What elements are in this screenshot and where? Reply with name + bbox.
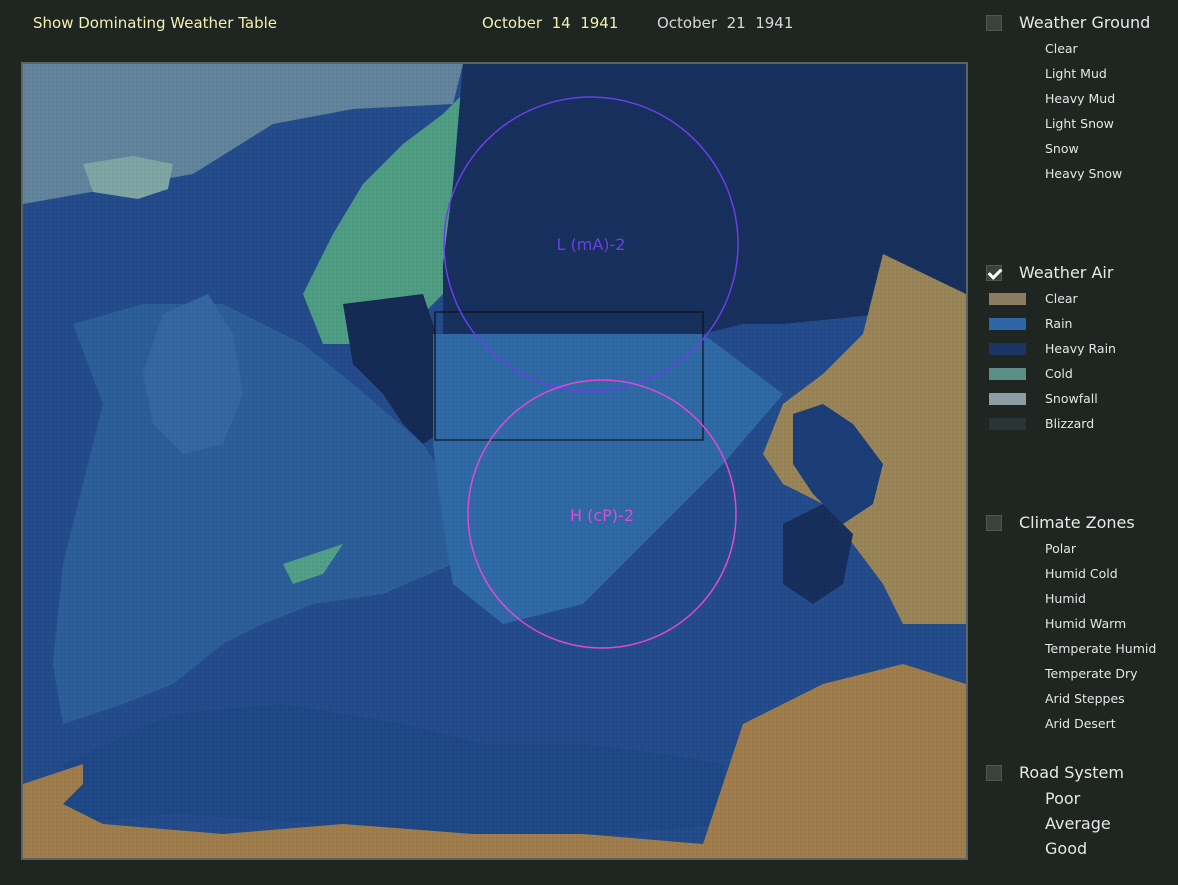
legend-label: Poor <box>1045 789 1081 808</box>
legend-swatch-rain <box>989 318 1026 330</box>
legend-label: Average <box>1045 814 1111 833</box>
hex-grid-overlay <box>23 64 966 858</box>
legend-label: Heavy Snow <box>1045 166 1123 181</box>
legend-label: Good <box>1045 839 1088 858</box>
map-canvas[interactable]: L (mA)-2 H (cP)-2 <box>23 64 966 858</box>
low-pressure-label: L (mA)-2 <box>557 235 626 254</box>
legend-label: Clear <box>1045 291 1078 306</box>
climate-zones-title: Climate Zones <box>1019 513 1135 532</box>
legend-swatch-clear <box>989 293 1026 305</box>
legend-label: Snow <box>1045 141 1079 156</box>
next-date: October 21 1941 <box>657 14 794 32</box>
legend-label: Humid Warm <box>1045 616 1127 631</box>
legend-label: Cold <box>1045 366 1073 381</box>
road-system-checkbox[interactable] <box>986 765 1002 781</box>
legend-label: Arid Desert <box>1045 716 1116 731</box>
show-weather-table-link[interactable]: Show Dominating Weather Table <box>33 14 277 32</box>
legend-label: Snowfall <box>1045 391 1098 406</box>
current-date: October 14 1941 <box>482 14 619 32</box>
weather-air-checkbox[interactable] <box>986 265 1002 281</box>
road-system-title: Road System <box>1019 763 1124 782</box>
legend-label: Humid <box>1045 591 1086 606</box>
legend-label: Blizzard <box>1045 416 1095 431</box>
weather-ground-checkbox[interactable] <box>986 15 1002 31</box>
legend-swatch-snowfall <box>989 393 1026 405</box>
legend-label: Humid Cold <box>1045 566 1118 581</box>
weather-ground-title: Weather Ground <box>1019 13 1151 32</box>
high-pressure-label: H (cP)-2 <box>570 506 634 525</box>
legend-swatch-heavy-rain <box>989 343 1026 355</box>
legend-label: Light Mud <box>1045 66 1107 81</box>
climate-zones-checkbox[interactable] <box>986 515 1002 531</box>
legend-label: Arid Steppes <box>1045 691 1125 706</box>
legend-label: Heavy Rain <box>1045 341 1116 356</box>
legend-label: Clear <box>1045 41 1078 56</box>
weather-air-title: Weather Air <box>1019 263 1114 282</box>
legend-label: Light Snow <box>1045 116 1114 131</box>
legend-label: Rain <box>1045 316 1073 331</box>
weather-map[interactable]: L (mA)-2 H (cP)-2 <box>21 62 968 860</box>
legend-label: Heavy Mud <box>1045 91 1116 106</box>
legend-label: Temperate Humid <box>1045 641 1157 656</box>
legend-label: Polar <box>1045 541 1077 556</box>
legend-label: Temperate Dry <box>1045 666 1138 681</box>
legend-swatch-cold <box>989 368 1026 380</box>
legend-swatch-blizzard <box>989 418 1026 430</box>
